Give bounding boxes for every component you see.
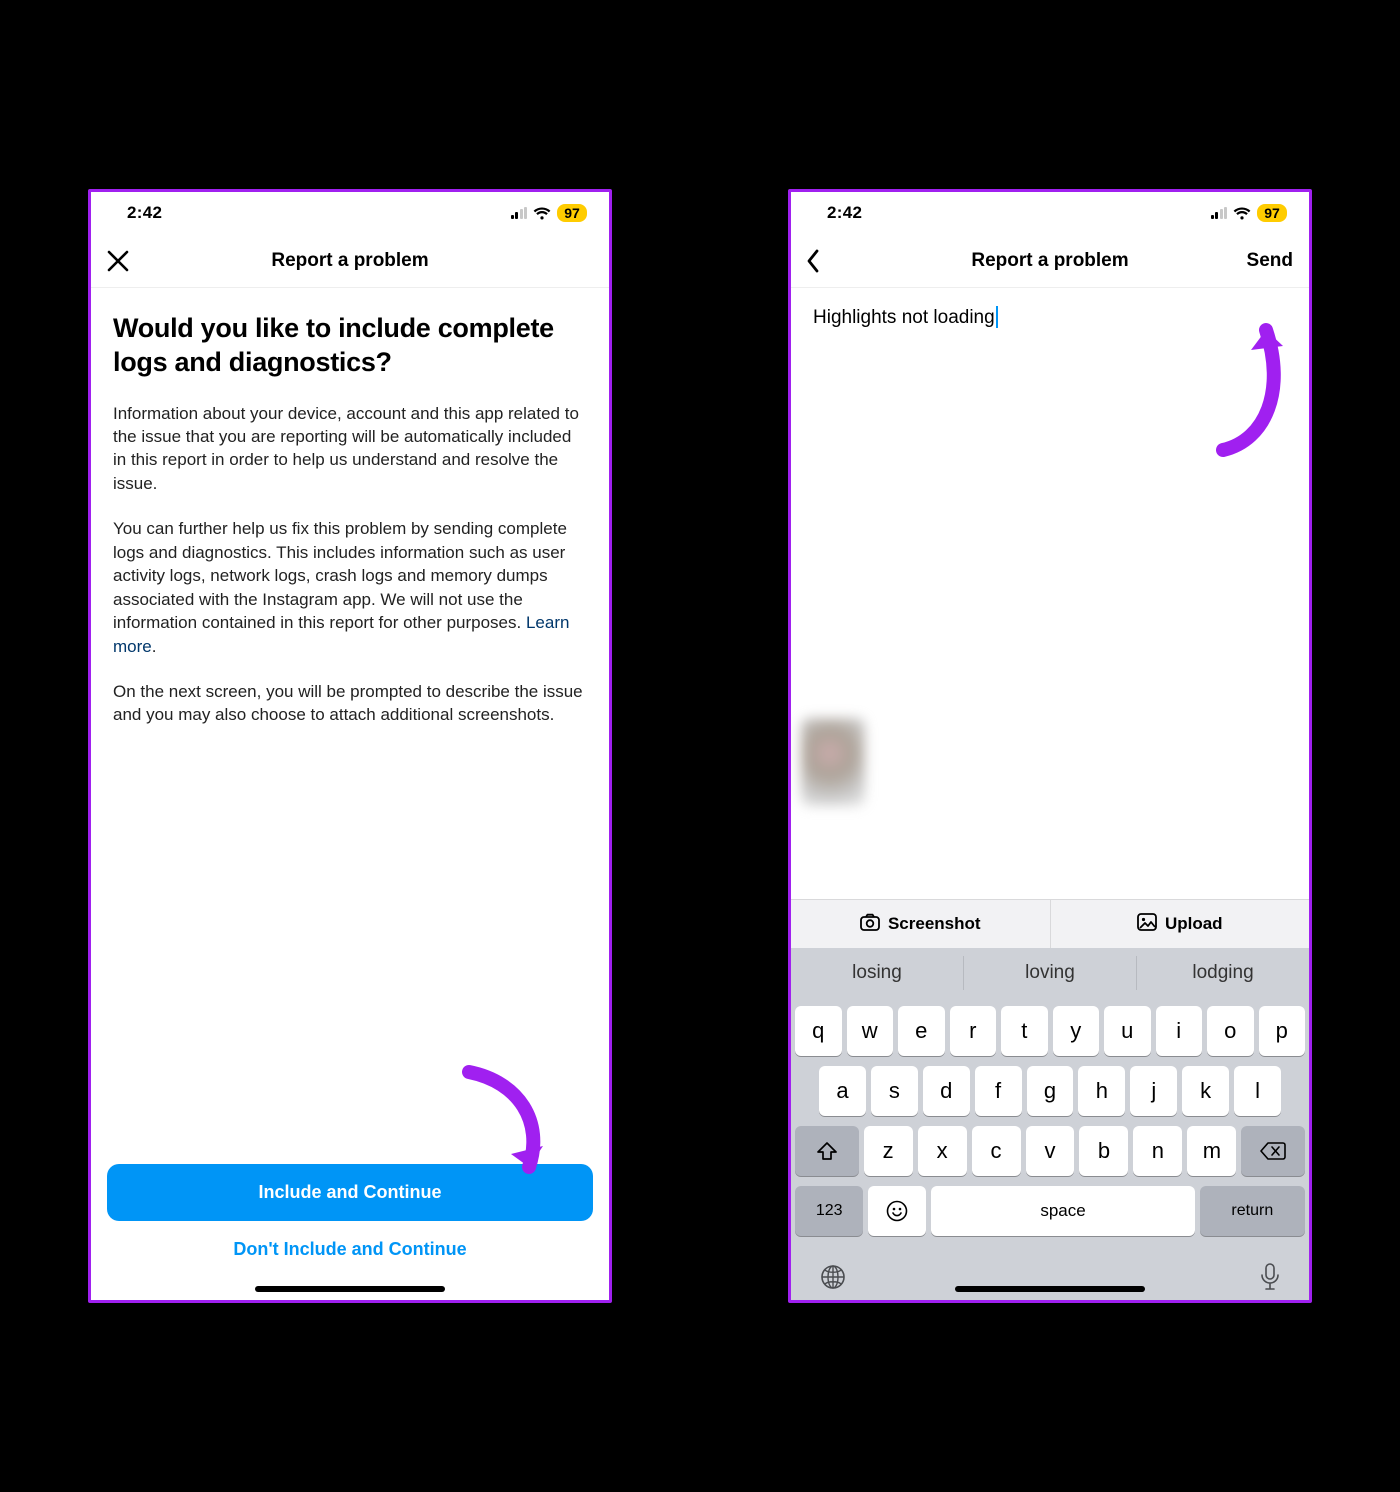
keyboard-row-4: 123 space return (795, 1186, 1305, 1236)
key-k[interactable]: k (1182, 1066, 1229, 1116)
key-a[interactable]: a (819, 1066, 866, 1116)
globe-icon[interactable] (819, 1263, 847, 1291)
keyboard-row-2: a s d f g h j k l (795, 1066, 1305, 1116)
key-d[interactable]: d (923, 1066, 970, 1116)
bottom-actions: Include and Continue Don't Include and C… (91, 1164, 609, 1300)
home-indicator[interactable] (255, 1286, 445, 1292)
shift-icon (816, 1141, 838, 1161)
keyboard-row-3: z x c v b n m (795, 1126, 1305, 1176)
home-indicator[interactable] (955, 1286, 1145, 1292)
key-return[interactable]: return (1200, 1186, 1305, 1236)
backspace-icon (1260, 1142, 1286, 1160)
suggestion-2[interactable]: loving (963, 956, 1136, 990)
upload-label: Upload (1165, 914, 1223, 934)
paragraph-1: Information about your device, account a… (113, 402, 587, 496)
suggestion-3[interactable]: lodging (1136, 956, 1309, 990)
key-v[interactable]: v (1026, 1126, 1075, 1176)
app-header: Report a problem (91, 234, 609, 288)
wifi-icon (1233, 207, 1251, 220)
key-c[interactable]: c (972, 1126, 1021, 1176)
camera-icon (860, 913, 880, 936)
keyboard-bottom-bar (791, 1252, 1309, 1300)
dictation-icon[interactable] (1259, 1262, 1281, 1292)
key-m[interactable]: m (1187, 1126, 1236, 1176)
paragraph-3: On the next screen, you will be prompted… (113, 680, 587, 727)
attachment-action-bar: Screenshot Upload (791, 899, 1309, 948)
key-w[interactable]: w (847, 1006, 894, 1056)
text-cursor-icon (996, 306, 998, 328)
keyboard-row-1: q w e r t y u i o p (795, 1006, 1305, 1056)
phone-screen-right: 2:42 97 Report a problem Send Highlights… (788, 189, 1312, 1303)
battery-indicator: 97 (1257, 204, 1287, 222)
key-p[interactable]: p (1259, 1006, 1306, 1056)
key-j[interactable]: j (1130, 1066, 1177, 1116)
content-body: Would you like to include complete logs … (91, 288, 609, 727)
page-title: Report a problem (971, 250, 1128, 272)
key-h[interactable]: h (1078, 1066, 1125, 1116)
key-t[interactable]: t (1001, 1006, 1048, 1056)
screenshot-label: Screenshot (888, 914, 981, 934)
key-f[interactable]: f (975, 1066, 1022, 1116)
keyboard-container: Screenshot Upload losing loving lodging … (791, 899, 1309, 1300)
key-l[interactable]: l (1234, 1066, 1281, 1116)
key-123[interactable]: 123 (795, 1186, 863, 1236)
keyboard: q w e r t y u i o p a s d f g h (791, 998, 1309, 1252)
key-emoji[interactable] (868, 1186, 926, 1236)
paragraph-2-text: You can further help us fix this problem… (113, 519, 567, 632)
key-shift[interactable] (795, 1126, 859, 1176)
key-x[interactable]: x (918, 1126, 967, 1176)
battery-indicator: 97 (557, 204, 587, 222)
screenshot-thumbnail[interactable] (801, 718, 865, 806)
key-n[interactable]: n (1133, 1126, 1182, 1176)
include-and-continue-button[interactable]: Include and Continue (107, 1164, 593, 1221)
key-s[interactable]: s (871, 1066, 918, 1116)
phone-screen-left: 2:42 97 Report a problem Would you like … (88, 189, 612, 1303)
cellular-signal-icon (511, 207, 528, 219)
app-header: Report a problem Send (791, 234, 1309, 288)
key-r[interactable]: r (950, 1006, 997, 1056)
key-b[interactable]: b (1079, 1126, 1128, 1176)
key-y[interactable]: y (1053, 1006, 1100, 1056)
key-e[interactable]: e (898, 1006, 945, 1056)
paragraph-2: You can further help us fix this problem… (113, 517, 587, 658)
keyboard-suggestion-bar: losing loving lodging (791, 948, 1309, 998)
key-q[interactable]: q (795, 1006, 842, 1056)
status-bar: 2:42 97 (91, 192, 609, 234)
paragraph-2-period: . (152, 637, 157, 656)
upload-button[interactable]: Upload (1051, 900, 1310, 948)
emoji-icon (885, 1199, 909, 1223)
key-o[interactable]: o (1207, 1006, 1254, 1056)
key-i[interactable]: i (1156, 1006, 1203, 1056)
screenshot-button[interactable]: Screenshot (791, 900, 1051, 948)
heading: Would you like to include complete logs … (113, 312, 587, 380)
status-time: 2:42 (127, 203, 162, 223)
key-g[interactable]: g (1027, 1066, 1074, 1116)
image-icon (1137, 913, 1157, 936)
key-space[interactable]: space (931, 1186, 1194, 1236)
send-button[interactable]: Send (1247, 234, 1293, 287)
close-icon[interactable] (105, 248, 131, 274)
status-bar: 2:42 97 (791, 192, 1309, 234)
cellular-signal-icon (1211, 207, 1228, 219)
key-backspace[interactable] (1241, 1126, 1305, 1176)
key-z[interactable]: z (864, 1126, 913, 1176)
status-icons: 97 (1211, 204, 1288, 222)
problem-description-input[interactable]: Highlights not loading (791, 288, 1309, 347)
wifi-icon (533, 207, 551, 220)
dont-include-and-continue-button[interactable]: Don't Include and Continue (107, 1221, 593, 1270)
status-time: 2:42 (827, 203, 862, 223)
suggestion-1[interactable]: losing (791, 948, 963, 998)
input-text-value: Highlights not loading (813, 307, 995, 328)
status-icons: 97 (511, 204, 588, 222)
key-u[interactable]: u (1104, 1006, 1151, 1056)
page-title: Report a problem (271, 250, 428, 272)
back-icon[interactable] (805, 248, 821, 274)
